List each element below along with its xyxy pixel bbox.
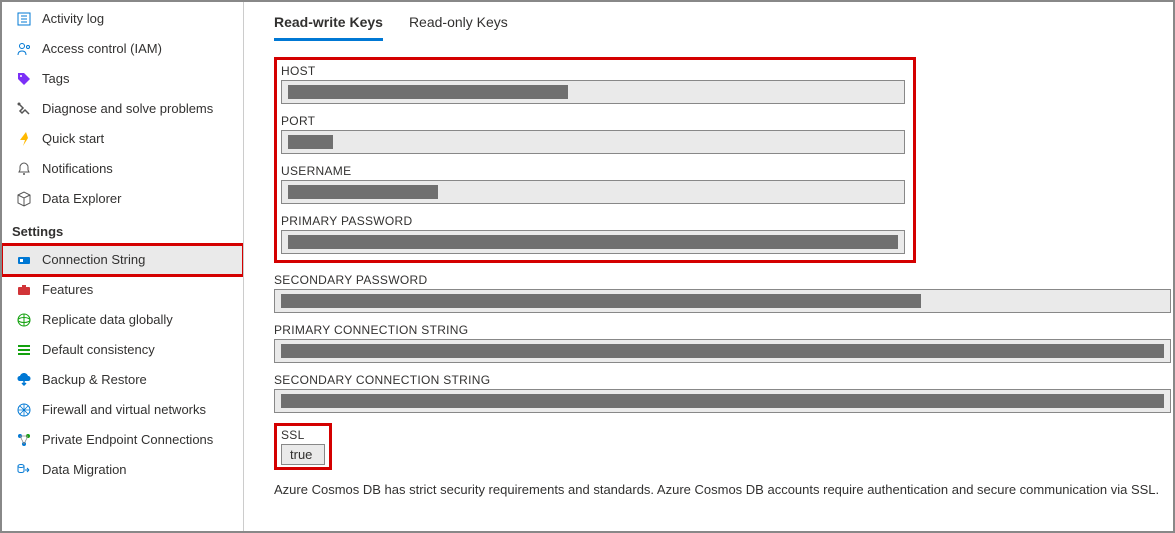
- primary-connstr-label: PRIMARY CONNECTION STRING: [274, 323, 1171, 337]
- replicate-icon: [16, 312, 32, 328]
- secondary-password-label: SECONDARY PASSWORD: [274, 273, 1171, 287]
- primary-password-label: PRIMARY PASSWORD: [281, 214, 905, 228]
- quickstart-icon: [16, 131, 32, 147]
- primary-password-input[interactable]: [281, 230, 905, 254]
- sidebar-item-data-migration[interactable]: Data Migration: [2, 455, 243, 485]
- backup-icon: [16, 372, 32, 388]
- sidebar-item-connection-string[interactable]: Connection String: [2, 245, 243, 275]
- highlighted-fields-box: HOST PORT USERNAME PRIMARY PASSWORD: [274, 57, 916, 263]
- sidebar-item-features[interactable]: Features: [2, 275, 243, 305]
- port-input[interactable]: [281, 130, 905, 154]
- sidebar-item-replicate[interactable]: Replicate data globally: [2, 305, 243, 335]
- sidebar-item-diagnose[interactable]: Diagnose and solve problems: [2, 94, 243, 124]
- sidebar-item-label: Access control (IAM): [42, 40, 162, 58]
- sidebar-item-consistency[interactable]: Default consistency: [2, 335, 243, 365]
- primary-connstr-input[interactable]: [274, 339, 1171, 363]
- sidebar-item-access-control[interactable]: Access control (IAM): [2, 34, 243, 64]
- tag-icon: [16, 71, 32, 87]
- host-label: HOST: [281, 64, 905, 78]
- ssl-label: SSL: [281, 428, 325, 442]
- sidebar-item-label: Data Migration: [42, 461, 127, 479]
- diagnose-icon: [16, 101, 32, 117]
- port-label: PORT: [281, 114, 905, 128]
- main-content: Read-write Keys Read-only Keys HOST PORT…: [244, 2, 1173, 531]
- secondary-password-input[interactable]: [274, 289, 1171, 313]
- sidebar-item-label: Activity log: [42, 10, 104, 28]
- features-icon: [16, 282, 32, 298]
- sidebar-item-label: Connection String: [42, 251, 145, 269]
- access-control-icon: [16, 41, 32, 57]
- sidebar-item-backup[interactable]: Backup & Restore: [2, 365, 243, 395]
- sidebar-item-label: Tags: [42, 70, 69, 88]
- sidebar-item-label: Firewall and virtual networks: [42, 401, 206, 419]
- sidebar-item-label: Features: [42, 281, 93, 299]
- sidebar-item-label: Notifications: [42, 160, 113, 178]
- footer-text: Azure Cosmos DB has strict security requ…: [274, 482, 1173, 497]
- private-endpoint-icon: [16, 432, 32, 448]
- secondary-connstr-label: SECONDARY CONNECTION STRING: [274, 373, 1171, 387]
- host-input[interactable]: [281, 80, 905, 104]
- sidebar-item-activity-log[interactable]: Activity log: [2, 4, 243, 34]
- data-migration-icon: [16, 462, 32, 478]
- sidebar-item-notifications[interactable]: Notifications: [2, 154, 243, 184]
- sidebar-item-label: Backup & Restore: [42, 371, 147, 389]
- sidebar-item-quickstart[interactable]: Quick start: [2, 124, 243, 154]
- sidebar-section-settings: Settings: [2, 214, 243, 245]
- connection-string-icon: [16, 252, 32, 268]
- sidebar: Activity log Access control (IAM) Tags D…: [2, 2, 244, 531]
- sidebar-item-label: Replicate data globally: [42, 311, 173, 329]
- sidebar-item-label: Private Endpoint Connections: [42, 431, 213, 449]
- tabs: Read-write Keys Read-only Keys: [274, 14, 1173, 41]
- sidebar-item-label: Diagnose and solve problems: [42, 100, 213, 118]
- tab-read-write-keys[interactable]: Read-write Keys: [274, 14, 383, 41]
- sidebar-item-data-explorer[interactable]: Data Explorer: [2, 184, 243, 214]
- secondary-connstr-input[interactable]: [274, 389, 1171, 413]
- activity-log-icon: [16, 11, 32, 27]
- username-label: USERNAME: [281, 164, 905, 178]
- notifications-icon: [16, 161, 32, 177]
- sidebar-item-tags[interactable]: Tags: [2, 64, 243, 94]
- firewall-icon: [16, 402, 32, 418]
- sidebar-item-label: Default consistency: [42, 341, 155, 359]
- ssl-highlight-box: SSL true: [274, 423, 332, 470]
- data-explorer-icon: [16, 191, 32, 207]
- sidebar-item-firewall[interactable]: Firewall and virtual networks: [2, 395, 243, 425]
- sidebar-item-label: Quick start: [42, 130, 104, 148]
- sidebar-item-private-endpoint[interactable]: Private Endpoint Connections: [2, 425, 243, 455]
- sidebar-item-label: Data Explorer: [42, 190, 121, 208]
- tab-read-only-keys[interactable]: Read-only Keys: [409, 14, 508, 41]
- ssl-value[interactable]: true: [281, 444, 325, 465]
- consistency-icon: [16, 342, 32, 358]
- username-input[interactable]: [281, 180, 905, 204]
